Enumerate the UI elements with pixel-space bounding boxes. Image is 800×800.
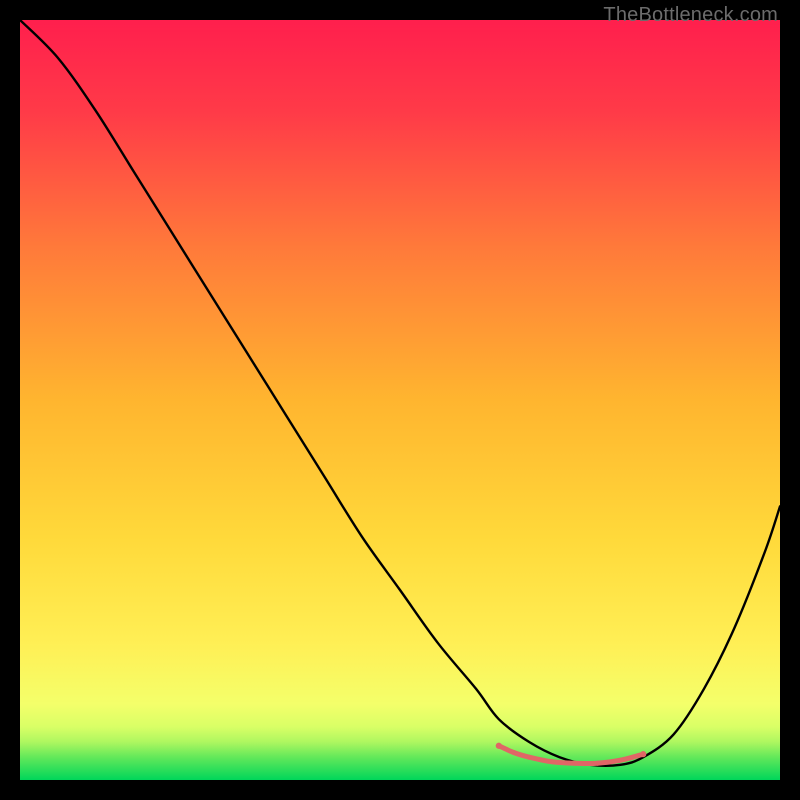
watermark-text: TheBottleneck.com xyxy=(603,4,778,27)
optimal-range-endcap xyxy=(496,743,502,749)
optimal-range-dot xyxy=(527,755,532,760)
optimal-range-dot xyxy=(595,761,600,766)
optimal-range-endcap xyxy=(640,751,646,757)
optimal-range-dot xyxy=(512,750,517,755)
optimal-range-dot xyxy=(550,759,555,764)
chart-svg xyxy=(20,20,780,780)
optimal-range-dot xyxy=(618,758,623,763)
optimal-range-dot xyxy=(572,761,577,766)
chart-frame xyxy=(20,20,780,780)
chart-background-gradient xyxy=(20,20,780,780)
